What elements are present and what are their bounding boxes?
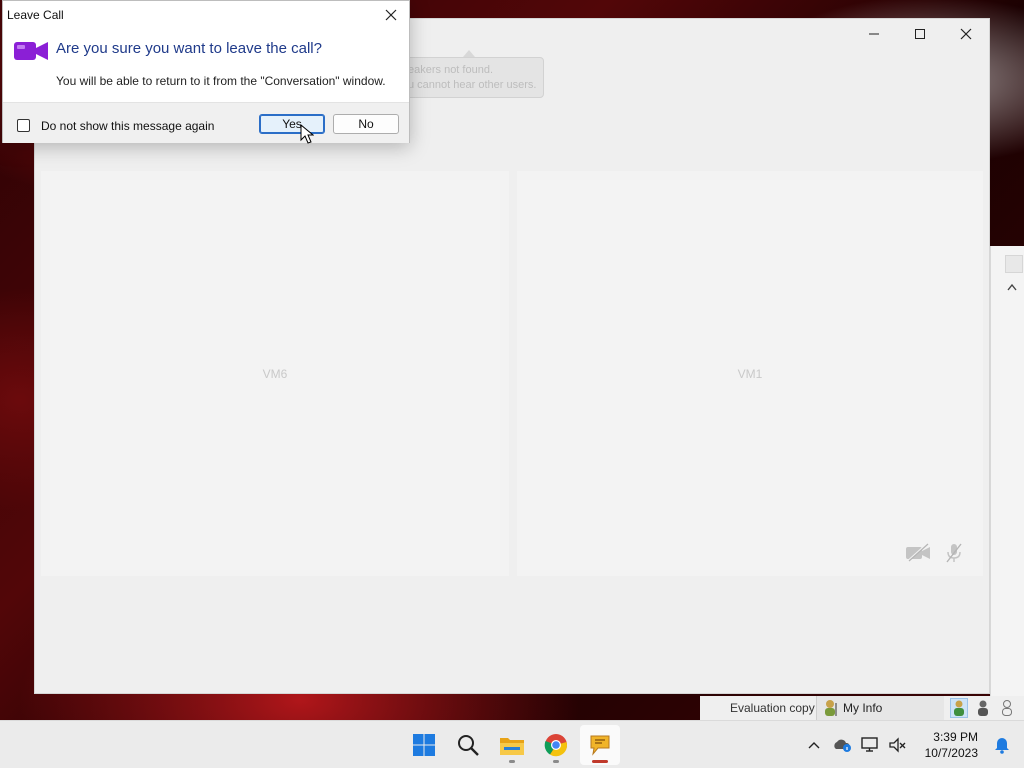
do-not-show-checkbox[interactable]: [17, 119, 30, 132]
clock-time: 3:39 PM: [933, 730, 978, 744]
close-button[interactable]: [943, 19, 989, 49]
search-icon: [458, 735, 479, 756]
user-info-icon: [825, 700, 837, 716]
chrome-icon: [544, 734, 568, 757]
participant-name: VM1: [737, 366, 763, 381]
taskbar: 3:39 PM 10/7/2023: [0, 720, 1024, 768]
bell-icon: [995, 738, 1009, 754]
search-button[interactable]: [448, 725, 488, 765]
messenger-icon: [590, 735, 610, 756]
network-icon: [861, 737, 878, 752]
status-icons: [944, 698, 1016, 718]
minimize-icon: [869, 33, 879, 35]
system-tray: 3:39 PM 10/7/2023: [800, 721, 1016, 768]
close-icon: [960, 28, 972, 40]
network-button[interactable]: [856, 731, 884, 759]
im-status-bar: Evaluation copy My Info: [700, 696, 1024, 720]
im-window-edge: [990, 246, 1024, 720]
dialog-footer: Do not show this message again Yes No: [3, 102, 409, 143]
participant-name: VM6: [262, 366, 288, 381]
user-online-icon: [954, 700, 964, 716]
volume-muted-icon: [889, 737, 906, 753]
my-info-button[interactable]: My Info: [816, 696, 944, 720]
onedrive-button[interactable]: [828, 731, 856, 759]
video-tile-vm6[interactable]: VM6: [41, 171, 509, 576]
tooltip-line-1: eakers not found.: [408, 64, 494, 76]
video-camera-icon: [13, 39, 49, 66]
status-busy-button[interactable]: [974, 698, 992, 718]
user-offline-icon: [1002, 700, 1012, 716]
minimize-button[interactable]: [851, 19, 897, 49]
start-icon: [413, 734, 435, 756]
mic-off-icon: [946, 543, 962, 563]
taskbar-apps: [404, 725, 620, 765]
chrome-button[interactable]: [536, 725, 576, 765]
mouse-cursor-icon: [300, 123, 315, 147]
status-online-button[interactable]: [950, 698, 968, 718]
do-not-show-label[interactable]: Do not show this message again: [41, 119, 214, 133]
dialog-question: Are you sure you want to leave the call?: [56, 40, 322, 57]
yes-button[interactable]: Yes: [259, 114, 325, 134]
dialog-title: Leave Call: [7, 8, 64, 22]
speakers-warning-tooltip: eakers not found. u cannot hear other us…: [399, 57, 544, 98]
close-icon: [385, 9, 397, 21]
status-offline-button[interactable]: [998, 698, 1016, 718]
tile-status-icons: [905, 542, 963, 564]
maximize-button[interactable]: [897, 19, 943, 49]
cloud-info-icon: [834, 739, 851, 752]
chevron-up-icon: [808, 742, 820, 749]
messenger-button[interactable]: [580, 725, 620, 765]
dialog-message: You will be able to return to it from th…: [56, 74, 386, 88]
tooltip-arrow: [463, 50, 475, 57]
dialog-close-button[interactable]: [379, 3, 403, 27]
evaluation-copy-label: Evaluation copy: [730, 701, 815, 715]
camera-off-icon: [906, 543, 930, 562]
file-explorer-button[interactable]: [492, 725, 532, 765]
user-busy-icon: [978, 700, 988, 716]
show-hidden-icons-button[interactable]: [800, 731, 828, 759]
maximize-icon: [915, 29, 925, 39]
video-tile-vm1[interactable]: VM1: [517, 171, 983, 576]
clock[interactable]: 3:39 PM 10/7/2023: [920, 729, 978, 761]
leave-call-dialog: Leave Call Are you sure you want to leav…: [2, 0, 410, 143]
file-explorer-icon: [500, 738, 524, 755]
no-button[interactable]: No: [333, 114, 399, 134]
notifications-button[interactable]: [988, 731, 1016, 759]
tooltip-line-2: u cannot hear other users.: [408, 79, 537, 91]
window-controls: [851, 19, 989, 49]
panel-button[interactable]: [1005, 255, 1023, 273]
chevron-up-icon[interactable]: [1007, 280, 1017, 294]
clock-date: 10/7/2023: [924, 746, 978, 760]
volume-button[interactable]: [884, 731, 912, 759]
start-button[interactable]: [404, 725, 444, 765]
my-info-label: My Info: [843, 701, 883, 715]
